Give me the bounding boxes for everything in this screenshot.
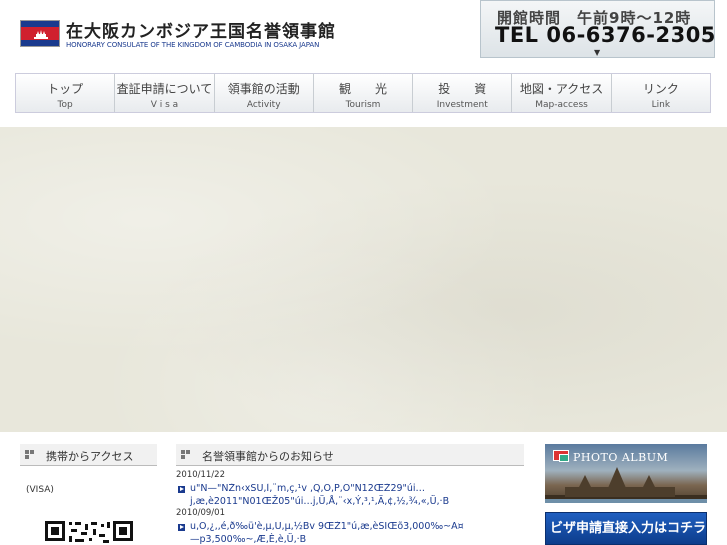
news-item-text-continued: —p3,500‰~‚Æ‚È‚è‚Ü‚·B [190, 534, 307, 545]
site-header: 在大阪カンボジア王国名誉領事館 HONORARY CONSULATE OF TH… [0, 0, 727, 70]
news-heading: 名誉領事館からのお知らせ [176, 444, 524, 466]
news-date: 2010/11/22 [176, 470, 225, 480]
news-item-text-continued: j‚æ‚è2011"N01ŒŽ05"úi…j‚Ü‚Å‚¨‹x‚Ý‚³‚¹‚Ä‚¢… [190, 496, 450, 507]
main-navigation: トップ Top 査証申請について V i s a 領事館の活動 Activity… [15, 73, 711, 113]
qr-code-icon [45, 520, 133, 545]
nav-item-top[interactable]: トップ Top [16, 74, 116, 112]
news-item-link[interactable]: u"N—"NŽn‹xŠÚ‚Ì‚¨m‚ç‚¹v ,Q,O,P,O"N12ŒŽ29"… [176, 483, 524, 496]
nav-label-jp: 領事館の活動 [227, 82, 300, 96]
nav-item-tourism[interactable]: 観 光 Tourism [314, 74, 414, 112]
nav-item-activity[interactable]: 領事館の活動 Activity [215, 74, 314, 112]
nav-label-en: Tourism [345, 100, 381, 110]
news-item-text: u"N—"NŽn‹xŠÚ‚Ì‚¨m‚ç‚¹v ,Q,O,P,O"N12ŒŽ29"… [190, 483, 426, 494]
visa-banner-label: ビザ申請直接入力はコチラ [550, 521, 707, 536]
play-bullet-icon [178, 524, 185, 531]
nav-label-jp: リンク [642, 82, 679, 96]
nav-label-en: Activity [246, 100, 281, 110]
heading-bullet-icon [181, 450, 190, 459]
site-title: 在大阪カンボジア王国名誉領事館 [66, 22, 336, 42]
hero-banner [0, 127, 727, 432]
mobile-access-title: 携帯からアクセス [46, 450, 134, 463]
telephone-number: TEL 06-6376-2305 [495, 23, 716, 47]
nav-label-en: Link [651, 100, 671, 110]
news-item-link[interactable]: u‚Ó‚¿‚‚é‚ð‰ü'è‚µ‚Ü‚µ‚½Bv 9ŒŽ1"ú‚æ‚èŠÏŒõ3… [176, 521, 524, 534]
nav-label-en: Map-access [535, 100, 588, 110]
visa-label: (VISA) [26, 485, 54, 495]
photo-album-banner[interactable]: PHOTO ALBUM [545, 444, 707, 503]
news-title: 名誉領事館からのお知らせ [202, 450, 334, 463]
play-bullet-icon [178, 486, 185, 493]
nav-label-en: Top [57, 100, 73, 110]
nav-label-jp: トップ [47, 82, 84, 96]
visa-application-banner[interactable]: ビザ申請直接入力はコチラ [545, 512, 707, 545]
cambodia-flag-icon [20, 20, 60, 47]
news-date: 2010/09/01 [176, 508, 225, 518]
nav-label-jp: 観 光 [338, 82, 387, 96]
nav-label-jp: 査証申請について [116, 82, 213, 96]
mobile-access-heading: 携帯からアクセス [20, 444, 157, 466]
photo-icon [553, 450, 569, 462]
news-item-text: u‚Ó‚¿‚‚é‚ð‰ü'è‚µ‚Ü‚µ‚½Bv 9ŒŽ1"ú‚æ‚èŠÏŒõ3… [190, 521, 464, 532]
down-arrow-icon: ▼ [594, 48, 601, 57]
nav-item-map-access[interactable]: 地図・アクセス Map-access [512, 74, 612, 112]
site-subtitle: HONORARY CONSULATE OF THE KINGDOM OF CAM… [66, 41, 320, 49]
nav-label-jp: 地図・アクセス [519, 82, 604, 96]
news-list: 2010/11/22 u"N—"NŽn‹xŠÚ‚Ì‚¨m‚ç‚¹v ,Q,O,P… [176, 470, 524, 545]
nav-label-en: V i s a [150, 100, 179, 110]
photo-album-label: PHOTO ALBUM [573, 451, 669, 464]
nav-label-en: Investment [436, 100, 488, 110]
nav-label-jp: 投 資 [438, 82, 487, 96]
nav-item-link[interactable]: リンク Link [612, 74, 710, 112]
heading-bullet-icon [25, 450, 34, 459]
nav-item-investment[interactable]: 投 資 Investment [413, 74, 513, 112]
angkor-temple-icon [545, 467, 707, 503]
nav-item-visa[interactable]: 査証申請について V i s a [115, 74, 215, 112]
opening-hours-box: 開館時間 午前9時～12時 TEL 06-6376-2305 ▼ [480, 0, 715, 58]
